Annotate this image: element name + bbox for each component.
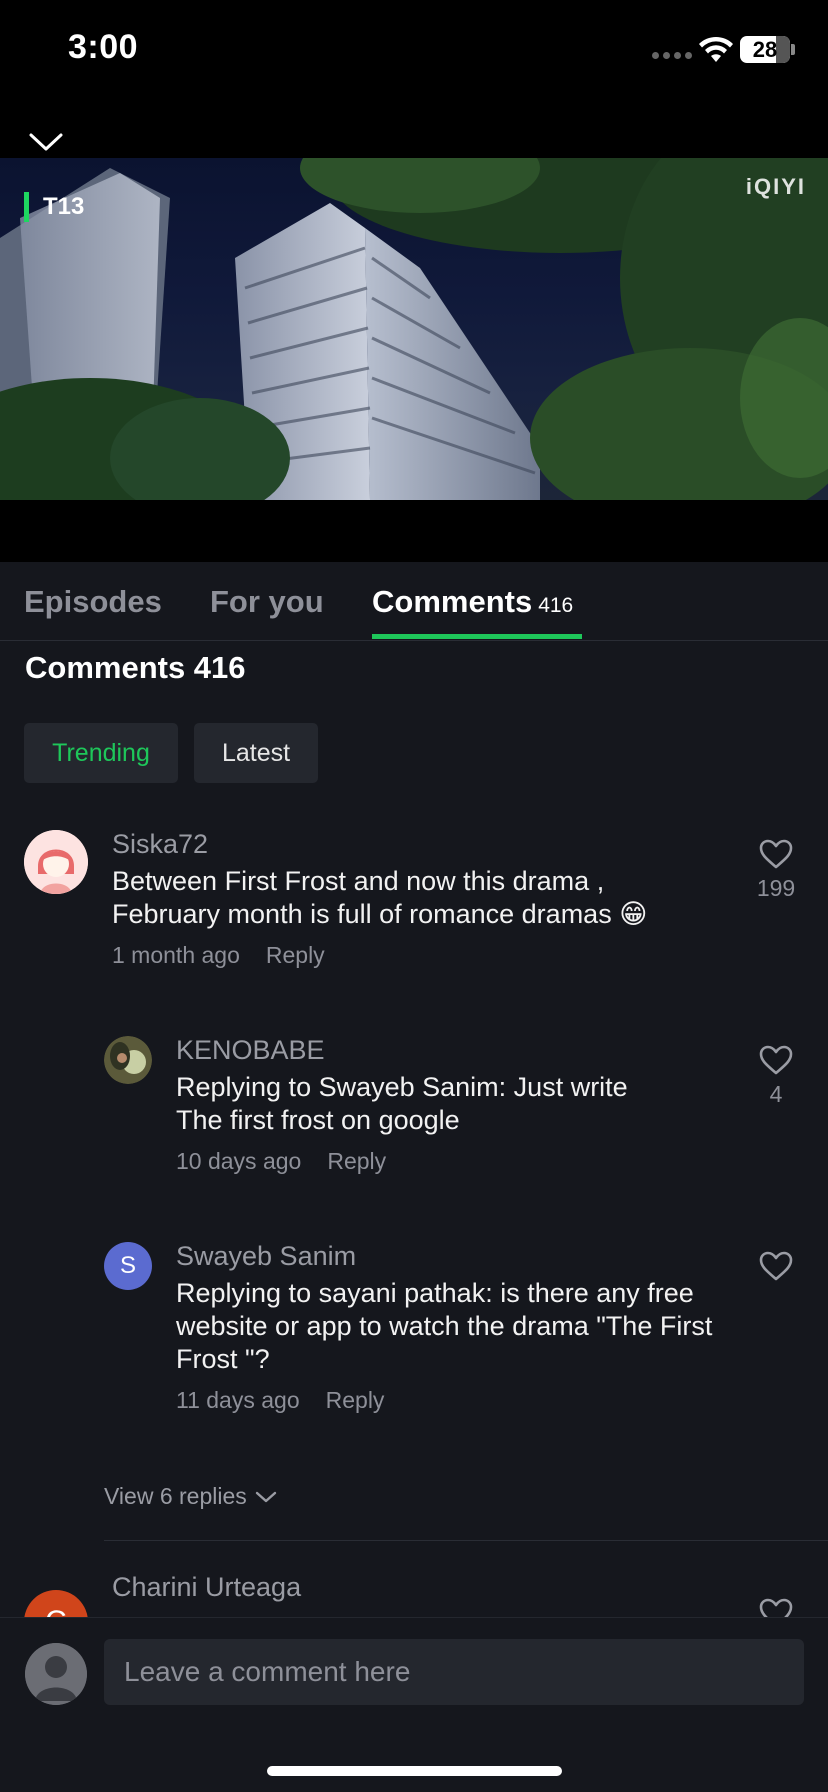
- video-frame: [0, 158, 828, 500]
- comment-divider: [104, 1540, 828, 1541]
- like-count: 199: [756, 875, 796, 901]
- tab-comments-count: 416: [538, 594, 574, 617]
- avatar[interactable]: [104, 1036, 152, 1084]
- like-button[interactable]: 199: [746, 839, 806, 902]
- comments-heading: Comments 416: [25, 650, 246, 685]
- age-rating-label: T13: [43, 193, 85, 220]
- user-placeholder-icon: [25, 1643, 87, 1705]
- avatar[interactable]: C: [24, 1590, 88, 1617]
- chevron-down-icon[interactable]: [28, 128, 64, 154]
- video-player[interactable]: T13 iQIYI: [0, 158, 828, 500]
- status-bar: 3:00 28: [0, 0, 828, 100]
- comment-time: 10 days ago: [176, 1148, 302, 1174]
- avatar[interactable]: S: [104, 1242, 152, 1290]
- home-indicator[interactable]: [267, 1766, 562, 1776]
- like-button[interactable]: [746, 1251, 806, 1281]
- comment-item: C Charini Urteaga: [0, 1572, 828, 1617]
- filter-latest-button[interactable]: Latest: [194, 723, 318, 783]
- comment-username[interactable]: Swayeb Sanim: [176, 1241, 356, 1272]
- comment-text: Between First Frost and now this drama ,…: [112, 866, 648, 929]
- user-avatar-icon: [104, 1036, 152, 1084]
- reply-button[interactable]: Reply: [327, 1148, 386, 1175]
- age-rating-tag: T13: [24, 192, 84, 222]
- like-button[interactable]: 4: [746, 1045, 806, 1108]
- content-panel: Episodes For you Comments 416 Comments 41…: [0, 562, 828, 1792]
- active-tab-indicator: [372, 634, 582, 639]
- tab-comments-label: Comments: [372, 584, 533, 619]
- reply-button[interactable]: Reply: [326, 1387, 385, 1414]
- battery-nub: [791, 44, 795, 55]
- comment-meta: 11 days ago Reply: [176, 1387, 384, 1414]
- battery-indicator: 28: [740, 36, 790, 63]
- comment-meta: 10 days ago Reply: [176, 1148, 386, 1175]
- battery-level: 28: [752, 37, 778, 62]
- view-replies-button[interactable]: View 6 replies: [104, 1483, 277, 1510]
- wifi-icon: [699, 36, 733, 62]
- filter-trending-button[interactable]: Trending: [24, 723, 178, 783]
- iqiyi-logo: iQIYI: [745, 174, 806, 199]
- chevron-down-icon: [255, 1491, 276, 1502]
- comment-time: 11 days ago: [176, 1387, 300, 1413]
- like-count: 4: [769, 1081, 783, 1107]
- user-avatar-icon: [24, 830, 88, 894]
- like-button[interactable]: [746, 1598, 806, 1617]
- view-replies-label: View 6 replies: [104, 1483, 247, 1509]
- comment-username[interactable]: Siska72: [112, 829, 208, 860]
- heart-icon: [759, 1598, 793, 1617]
- heart-icon: [759, 1045, 793, 1075]
- video-letterbox: [0, 500, 828, 562]
- tab-episodes[interactable]: Episodes: [24, 584, 162, 620]
- heart-icon: [759, 1251, 793, 1281]
- comment-text: Replying to sayani pathak: is there any …: [176, 1278, 713, 1374]
- tab-for-you[interactable]: For you: [210, 584, 324, 620]
- comment-time: 1 month ago: [112, 942, 240, 968]
- status-time: 3:00: [68, 28, 139, 66]
- cellular-signal-icon: [652, 52, 692, 59]
- tab-bar: Episodes For you Comments 416: [0, 562, 828, 641]
- reply-button[interactable]: Reply: [266, 942, 325, 969]
- tab-comments[interactable]: Comments 416: [372, 584, 573, 620]
- avatar[interactable]: [25, 1643, 87, 1705]
- comment-username[interactable]: Charini Urteaga: [112, 1572, 301, 1603]
- comment-meta: 1 month ago Reply: [112, 942, 325, 969]
- comment-text: Replying to Swayeb Sanim: Just write The…: [176, 1072, 628, 1135]
- comment-username[interactable]: KENOBABE: [176, 1035, 325, 1066]
- heart-icon: [759, 839, 793, 869]
- comment-input[interactable]: [104, 1639, 804, 1705]
- avatar[interactable]: [24, 830, 88, 894]
